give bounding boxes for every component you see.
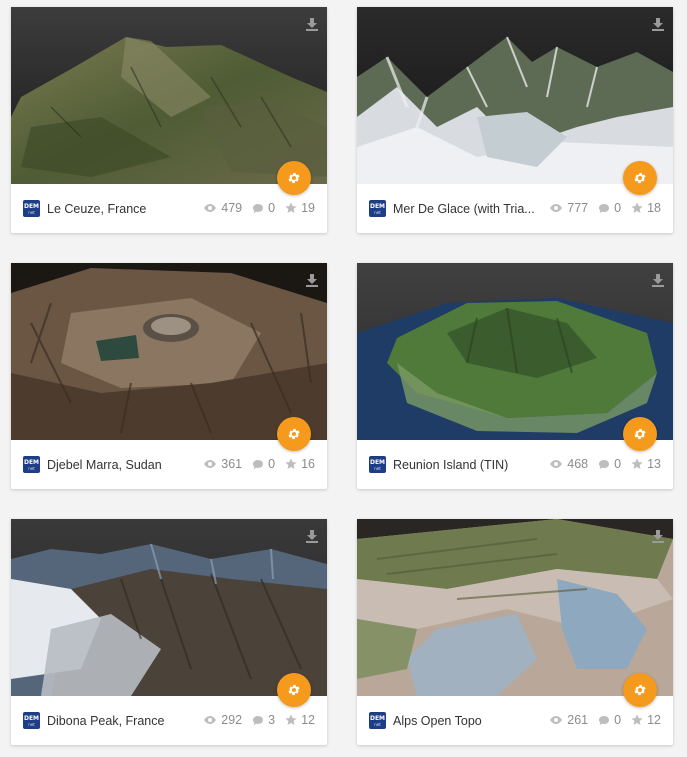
model-title[interactable]: Alps Open Topo <box>393 714 543 728</box>
comment-icon <box>599 459 610 469</box>
card-footer: DEM net Djebel Marra, Sudan 361 0 16 <box>11 440 327 489</box>
comments-count: 0 <box>268 457 276 471</box>
eye-icon <box>204 716 217 724</box>
likes-count: 12 <box>647 713 661 727</box>
views-count: 479 <box>221 201 243 215</box>
avatar-text: DEM <box>23 202 40 210</box>
avatar-subtext: net <box>374 721 381 727</box>
model-title[interactable]: Le Ceuze, France <box>47 202 197 216</box>
download-icon[interactable] <box>651 17 665 31</box>
download-icon[interactable] <box>651 273 665 287</box>
model-thumbnail[interactable] <box>11 7 327 184</box>
model-thumbnail[interactable] <box>357 7 673 184</box>
eye-icon <box>550 204 563 212</box>
comment-icon <box>253 203 264 213</box>
likes-count: 19 <box>301 201 315 215</box>
avatar-text: DEM <box>369 202 386 210</box>
avatar-text: DEM <box>23 714 40 722</box>
comments-count: 0 <box>268 201 276 215</box>
model-stats: 261 0 12 <box>549 713 661 727</box>
avatar-subtext: net <box>374 209 381 215</box>
author-avatar[interactable]: DEM net <box>369 456 386 473</box>
model-thumbnail[interactable] <box>357 263 673 440</box>
model-title[interactable]: Mer De Glace (with Tria... <box>393 202 543 216</box>
gear-icon <box>288 684 300 696</box>
views-count: 292 <box>221 713 243 727</box>
download-icon[interactable] <box>305 273 319 287</box>
views-count: 468 <box>567 457 589 471</box>
model-thumbnail[interactable] <box>11 263 327 440</box>
star-icon <box>285 714 297 725</box>
comments-count: 0 <box>614 201 622 215</box>
model-card[interactable]: DEM net Dibona Peak, France 292 3 12 <box>11 519 327 745</box>
model-stats: 479 0 19 <box>203 201 315 215</box>
likes-count: 16 <box>301 457 315 471</box>
views-count: 777 <box>567 201 589 215</box>
model-stats: 468 0 13 <box>549 457 661 471</box>
gear-icon <box>634 172 646 184</box>
card-footer: DEM net Le Ceuze, France 479 0 19 <box>11 184 327 233</box>
model-card[interactable]: DEM net Djebel Marra, Sudan 361 0 16 <box>11 263 327 489</box>
comment-icon <box>599 203 610 213</box>
eye-icon <box>550 716 563 724</box>
comment-icon <box>253 715 264 725</box>
star-icon <box>631 202 643 213</box>
views-count: 261 <box>567 713 589 727</box>
card-footer: DEM net Alps Open Topo 261 0 12 <box>357 696 673 745</box>
avatar-text: DEM <box>369 714 386 722</box>
author-avatar[interactable]: DEM net <box>369 712 386 729</box>
author-avatar[interactable]: DEM net <box>23 200 40 217</box>
comments-count: 3 <box>268 713 276 727</box>
comment-icon <box>253 459 264 469</box>
comments-count: 0 <box>614 457 622 471</box>
card-footer: DEM net Reunion Island (TIN) 468 0 13 <box>357 440 673 489</box>
author-avatar[interactable]: DEM net <box>23 456 40 473</box>
avatar-text: DEM <box>369 458 386 466</box>
card-footer: DEM net Dibona Peak, France 292 3 12 <box>11 696 327 745</box>
model-title[interactable]: Reunion Island (TIN) <box>393 458 543 472</box>
avatar-subtext: net <box>28 209 35 215</box>
star-icon <box>631 714 643 725</box>
download-icon[interactable] <box>651 529 665 543</box>
model-thumbnail[interactable] <box>357 519 673 696</box>
star-icon <box>631 458 643 469</box>
model-card[interactable]: DEM net Reunion Island (TIN) 468 0 13 <box>357 263 673 489</box>
eye-icon <box>550 460 563 468</box>
gear-icon <box>634 684 646 696</box>
gear-icon <box>288 428 300 440</box>
model-card[interactable]: DEM net Alps Open Topo 261 0 12 <box>357 519 673 745</box>
star-icon <box>285 458 297 469</box>
download-icon[interactable] <box>305 529 319 543</box>
avatar-subtext: net <box>28 721 35 727</box>
model-stats: 777 0 18 <box>549 201 661 215</box>
eye-icon <box>204 204 217 212</box>
comment-icon <box>599 715 610 725</box>
gear-icon <box>634 428 646 440</box>
avatar-subtext: net <box>28 465 35 471</box>
views-count: 361 <box>221 457 243 471</box>
download-icon[interactable] <box>305 17 319 31</box>
model-grid: DEM net Le Ceuze, France 479 0 19 DEM ne… <box>0 0 687 757</box>
likes-count: 18 <box>647 201 661 215</box>
model-title[interactable]: Djebel Marra, Sudan <box>47 458 197 472</box>
comments-count: 0 <box>614 713 622 727</box>
avatar-text: DEM <box>23 458 40 466</box>
model-stats: 361 0 16 <box>203 457 315 471</box>
model-title[interactable]: Dibona Peak, France <box>47 714 197 728</box>
likes-count: 12 <box>301 713 315 727</box>
card-footer: DEM net Mer De Glace (with Tria... 777 0 … <box>357 184 673 233</box>
model-card[interactable]: DEM net Mer De Glace (with Tria... 777 0 … <box>357 7 673 233</box>
star-icon <box>285 202 297 213</box>
model-thumbnail[interactable] <box>11 519 327 696</box>
model-card[interactable]: DEM net Le Ceuze, France 479 0 19 <box>11 7 327 233</box>
eye-icon <box>204 460 217 468</box>
likes-count: 13 <box>647 457 661 471</box>
author-avatar[interactable]: DEM net <box>23 712 40 729</box>
author-avatar[interactable]: DEM net <box>369 200 386 217</box>
model-stats: 292 3 12 <box>203 713 315 727</box>
avatar-subtext: net <box>374 465 381 471</box>
gear-icon <box>288 172 300 184</box>
